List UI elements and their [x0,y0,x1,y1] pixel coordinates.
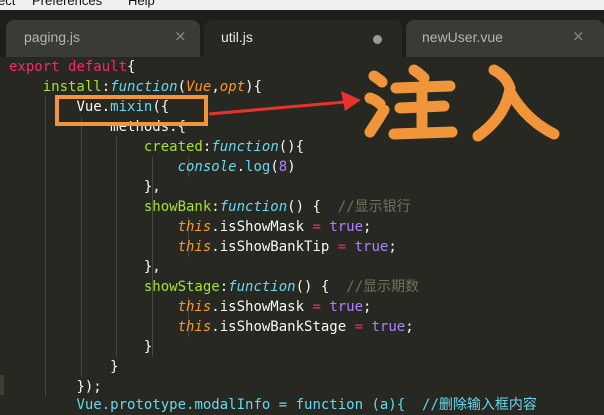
unsaved-dot-icon[interactable] [373,35,382,44]
code-token: : [101,79,111,95]
code-token: }, [143,179,161,195]
code-line-8: showBank:function() { //显示银行 [9,197,411,217]
code-token: } [110,359,119,375]
code-line-6: console.log(8) [9,157,296,177]
code-line-13: this.isShowMask = true; [9,297,372,317]
code-line-10: this.isShowBankTip = true; [9,237,397,257]
code-line-7: }, [9,177,161,197]
code-token: log [245,159,271,175]
tab-util-js[interactable]: util.js [204,20,402,57]
current-line-marker [0,375,4,395]
code-line-9: this.isShowMask = true; [9,217,372,237]
code-line-16: } [9,357,119,377]
code-token: function [211,139,279,155]
code-token: created [143,139,203,155]
code-token: : [219,279,229,295]
menu-item-help[interactable]: Help [128,0,155,8]
code-line-14: this.isShowBankStage = true; [9,317,414,337]
tab-label: util.js [221,29,253,45]
code-token: = [337,239,347,255]
code-token: this [177,319,212,335]
annotation-text-drawing [364,64,560,142]
code-token: .isShowMask [211,299,305,315]
code-token: .isShowMask [211,219,305,235]
code-token: true [371,319,406,335]
code-token: () { [295,279,330,295]
menu-bar: ect Preferences Help [0,0,604,10]
code-line-1: export default{ [9,57,135,77]
code-token: true [329,219,364,235]
tab-label: paging.js [24,29,81,45]
code-token: . [236,159,246,175]
code-token: console [177,159,237,175]
tab-newuser-vue[interactable]: newUser.vue × [406,20,604,57]
code-token: = [354,319,364,335]
code-token: .isShowBankTip [211,239,330,255]
code-token: true [354,239,389,255]
code-comment: //显示期数 [346,279,420,295]
tab-bar: paging.js × util.js newUser.vue × [0,10,604,57]
code-token: ( [177,79,187,95]
tab-paging-js[interactable]: paging.js × [6,20,200,57]
code-token: }, [143,259,161,275]
code-token: ; [363,219,372,235]
code-token: ; [405,319,414,335]
code-token: this [177,239,212,255]
annotation-arrow [208,91,361,116]
code-token: true [329,299,364,315]
code-token: ; [363,299,372,315]
code-token: } [143,339,153,355]
code-token: function [228,279,296,295]
code-token: () { [287,199,321,215]
code-line-18-partial: Vue.prototype.modalInfo = function (a){ … [9,395,537,415]
close-icon[interactable]: × [572,27,585,45]
tab-label: newUser.vue [422,29,503,45]
code-token: showBank [143,199,212,215]
menu-item-project[interactable]: ect [0,0,15,8]
code-token: this [177,299,212,315]
code-token: ) [287,159,296,175]
code-line-5: created:function(){ [9,137,304,157]
close-icon[interactable]: × [174,27,187,45]
code-token: .isShowBankStage [211,319,347,335]
code-token: ; [388,239,397,255]
code-token: function [110,79,178,95]
code-token: { [127,59,136,75]
code-token: this [177,219,212,235]
code-token: showStage [143,279,220,295]
code-token: = [312,299,321,315]
code-token: : [211,199,220,215]
code-token: Vue.prototype.modalInfo = function (a){ … [76,397,537,413]
code-line-15: } [9,337,152,357]
code-token: (){ [278,139,305,155]
code-line-17: }); [9,377,102,397]
code-token: ( [270,159,279,175]
code-token: }); [76,379,102,395]
code-line-11: }, [9,257,161,277]
menu-item-preferences[interactable]: Preferences [32,0,102,8]
code-line-12: showStage:function() { //显示期数 [9,277,419,297]
code-token: install [42,79,102,95]
code-token: default [68,59,128,75]
code-comment: //显示银行 [337,199,411,215]
code-token: 8 [278,159,288,175]
code-token: = [312,219,321,235]
code-token: export [9,59,60,75]
arrow-shaft [208,100,346,116]
annotation-highlight-box [55,95,208,126]
code-token: function [219,199,288,215]
arrow-head [341,91,361,111]
